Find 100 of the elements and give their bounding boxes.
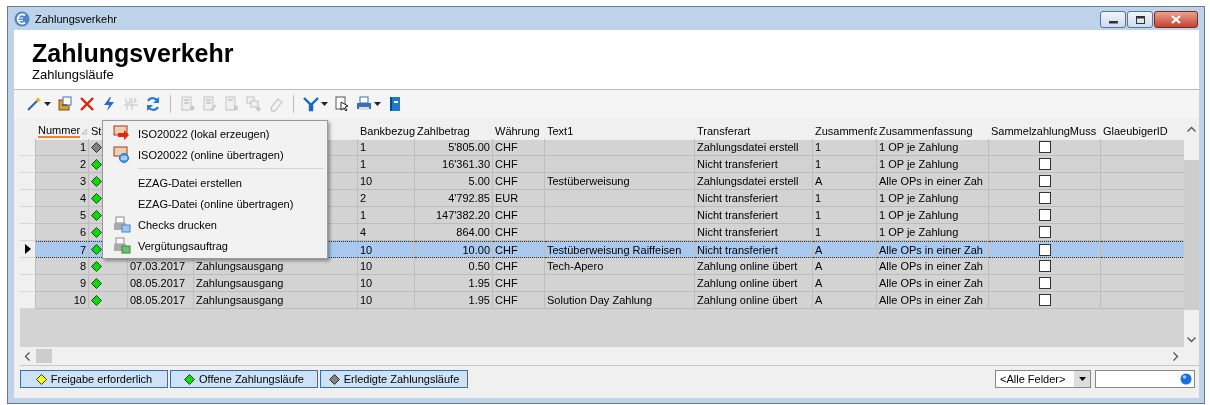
table-cell: 1.95 — [415, 292, 493, 309]
checkbox[interactable] — [1038, 158, 1051, 170]
page-subtitle: Zahlungsläufe — [32, 67, 114, 83]
table-cell: CHF — [493, 173, 545, 190]
checkbox[interactable] — [1038, 175, 1051, 187]
scroll-up-icon — [1187, 126, 1196, 132]
maximize-button[interactable] — [1127, 11, 1153, 28]
checkbox[interactable] — [1038, 243, 1051, 256]
table-cell: 1 OP je Zahlung — [877, 156, 989, 173]
column-header[interactable]: Transferart — [695, 122, 813, 140]
table-cell: CHF — [493, 275, 545, 292]
table-cell: 10 — [358, 241, 415, 258]
column-header[interactable]: Zahlbetrag — [415, 122, 493, 140]
table-cell: Nicht transferiert — [695, 207, 813, 224]
checkbox[interactable] — [1038, 141, 1051, 153]
column-header[interactable]: Text1 — [545, 122, 695, 140]
table-cell: 5.00 — [415, 173, 493, 190]
edit-row-icon — [202, 96, 218, 112]
scrollbar-thumb[interactable] — [1184, 159, 1199, 310]
book-icon — [387, 96, 403, 112]
table-cell: 08.05.2017 — [128, 275, 194, 292]
table-cell: CHF — [493, 207, 545, 224]
table-cell: Alle OPs in einer Zah — [877, 173, 989, 190]
table-cell: CHF — [493, 292, 545, 309]
file-globe-icon — [112, 146, 131, 163]
lightning-icon — [101, 96, 117, 112]
table-cell: Testüberweisung Raiffeisen — [545, 241, 695, 258]
table-cell: Zahlungsdatei erstell — [695, 173, 813, 190]
table-cell: A — [813, 258, 877, 275]
column-header[interactable]: Bankbezug — [358, 122, 415, 140]
table-cell: A — [813, 275, 877, 292]
table-cell: Zahlung online übert — [695, 275, 813, 292]
euro-app-icon — [14, 10, 30, 27]
printer-icon — [112, 216, 131, 233]
menu-item[interactable]: EZAG-Datei erstellen — [105, 172, 325, 193]
refresh-icon — [145, 96, 161, 112]
table-cell: 5 — [36, 207, 89, 224]
menu-item[interactable]: ISO20022 (online übertragen) — [105, 144, 325, 165]
scroll-down-icon — [1187, 337, 1196, 343]
table-cell: 1.95 — [415, 275, 493, 292]
checkbox[interactable] — [1038, 226, 1051, 238]
table-cell: Nicht transferiert — [695, 190, 813, 207]
table-cell: Alle OPs in einer Zah — [877, 292, 989, 309]
status-filter-button[interactable]: Freigabe erforderlich — [20, 370, 168, 388]
checkbox[interactable] — [1038, 277, 1051, 289]
table-cell: 1 OP je Zahlung — [877, 190, 989, 207]
file-arrow-icon — [112, 125, 131, 142]
row-header[interactable] — [20, 241, 36, 258]
checkbox[interactable] — [1038, 192, 1051, 204]
checkbox[interactable] — [1038, 260, 1051, 272]
table-cell: A — [813, 292, 877, 309]
window-title: Zahlungsverkehr — [35, 12, 117, 25]
table-cell: EUR — [493, 190, 545, 207]
table-cell: 1 — [36, 139, 89, 156]
table-cell: Testüberweisung — [545, 173, 695, 190]
column-header[interactable]: Währung — [493, 122, 545, 140]
table-cell: 08.05.2017 — [128, 292, 194, 309]
table-cell: 1 OP je Zahlung — [877, 207, 989, 224]
scroll-right-icon — [1173, 351, 1179, 361]
table-cell: CHF — [493, 241, 545, 258]
menu-item[interactable]: ISO20022 (lokal erzeugen) — [105, 123, 325, 144]
globe-icon — [1180, 373, 1192, 385]
dropdown-caret-icon — [1078, 377, 1086, 381]
table-cell: Solution Day Zahlung — [545, 292, 695, 309]
printer-icon — [112, 237, 131, 254]
printer-icon — [356, 96, 372, 112]
close-icon — [1171, 15, 1181, 24]
table-cell: 10 — [358, 258, 415, 275]
search-field[interactable] — [1095, 370, 1195, 388]
table-cell: 1 — [813, 207, 877, 224]
table-cell: Zahlungsdatei erstell — [695, 139, 813, 156]
table-cell: Nicht transferiert — [695, 156, 813, 173]
column-header[interactable]: SammelzahlungMuss — [989, 122, 1101, 140]
menu-item[interactable]: Checks drucken — [105, 214, 325, 235]
table-cell: 2 — [36, 156, 89, 173]
page-title: Zahlungsverkehr — [32, 39, 234, 67]
table-cell: 4'792.85 — [415, 190, 493, 207]
column-header[interactable]: Zusammenfassung — [877, 122, 989, 140]
close-button[interactable] — [1154, 11, 1198, 28]
status-filter-button[interactable]: Erledigte Zahlungsläufe — [320, 370, 468, 388]
column-header[interactable]: GlaeubigerID — [1101, 122, 1184, 140]
checkbox[interactable] — [1038, 209, 1051, 221]
eraser-icon — [268, 96, 284, 112]
minimize-button[interactable] — [1100, 11, 1126, 28]
menu-item[interactable]: Vergütungsauftrag — [105, 235, 325, 256]
status-filter-button[interactable]: Offene Zahlungsläufe — [170, 370, 318, 388]
field-selector-dropdown[interactable]: <Alle Felder> — [995, 370, 1091, 388]
table-cell: 10 — [358, 275, 415, 292]
maximize-icon — [1135, 15, 1145, 24]
current-row-icon — [24, 244, 31, 254]
scrollbar-thumb[interactable] — [36, 349, 52, 363]
checkbox[interactable] — [1038, 294, 1051, 306]
table-cell: Zahlung online übert — [695, 292, 813, 309]
menu-item[interactable]: EZAG-Datei (online übertragen) — [105, 193, 325, 214]
table-cell: 1 — [358, 207, 415, 224]
table-cell: Nicht transferiert — [695, 241, 813, 258]
table-cell: 10 — [358, 292, 415, 309]
add-row-icon — [180, 96, 196, 112]
table-cell: 1 — [813, 139, 877, 156]
column-header[interactable]: Nummer — [36, 122, 89, 140]
